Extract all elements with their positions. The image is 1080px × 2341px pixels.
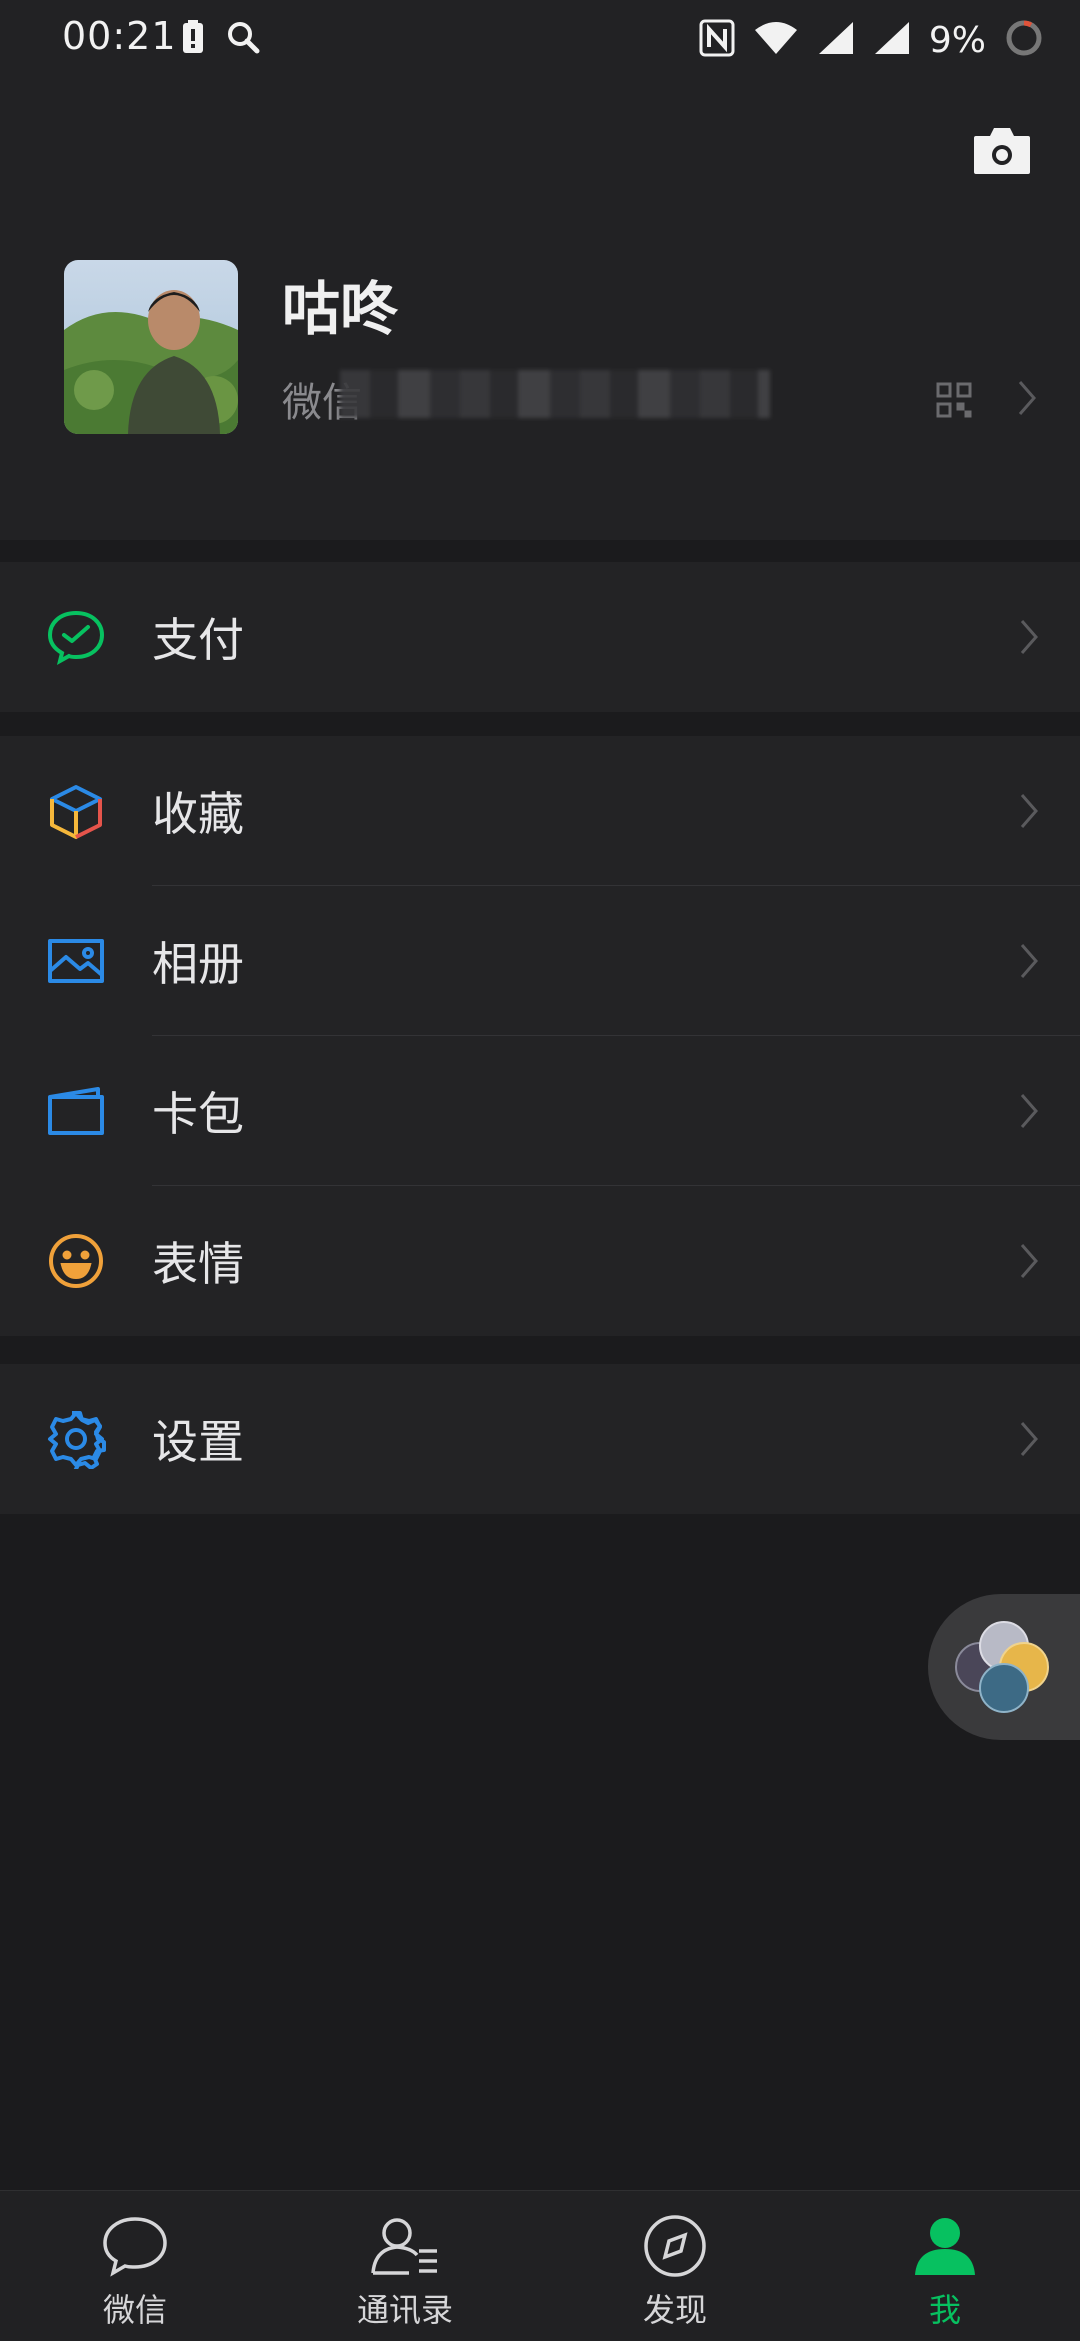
tab-chats[interactable]: 微信 [0, 2191, 270, 2341]
chevron-right-icon [1018, 1241, 1040, 1281]
menu-item-card-wallet[interactable]: 卡包 [0, 1036, 1080, 1186]
signal-icon-2 [873, 20, 911, 60]
chevron-right-icon [1018, 617, 1040, 657]
nfc-icon [699, 19, 735, 61]
menu-group-pay: 支付 [0, 562, 1080, 712]
tab-label: 微信 [102, 2291, 167, 2329]
me-icon [909, 2213, 981, 2279]
status-bar: 00:21 9% [0, 0, 1080, 80]
tab-discover[interactable]: 发现 [540, 2191, 810, 2341]
tab-label: 我 [928, 2291, 961, 2329]
camera-icon[interactable] [972, 124, 1032, 176]
battery-ring-icon [1004, 18, 1044, 62]
status-time: 00:21 [62, 14, 177, 58]
menu-item-label: 卡包 [152, 1087, 244, 1141]
qr-code-icon[interactable] [936, 382, 972, 418]
chevron-right-icon [1018, 941, 1040, 981]
menu-item-album[interactable]: 相册 [0, 886, 1080, 1036]
card-wallet-icon [46, 1081, 106, 1141]
wifi-icon [753, 20, 799, 60]
tab-label: 通讯录 [356, 2291, 453, 2329]
profile-header[interactable]: 咕咚 微信 [0, 80, 1080, 540]
alert-battery-icon [182, 20, 204, 58]
chevron-right-icon [1018, 1419, 1040, 1459]
menu-item-label: 设置 [152, 1415, 244, 1469]
menu-item-favorites[interactable]: 收藏 [0, 736, 1080, 886]
contacts-icon [369, 2213, 441, 2279]
tab-label: 发现 [642, 2291, 707, 2329]
floating-window-bubble[interactable] [928, 1594, 1080, 1740]
chevron-right-icon [1018, 1091, 1040, 1131]
wechat-id-blurred [340, 370, 770, 418]
tab-contacts[interactable]: 通讯录 [270, 2191, 540, 2341]
avatar[interactable] [64, 260, 238, 434]
menu-group-settings: 设置 [0, 1364, 1080, 1514]
menu-item-label: 相册 [152, 937, 244, 991]
signal-icon [817, 20, 855, 60]
bottom-navigation: 微信 通讯录 发现 我 [0, 2190, 1080, 2341]
chevron-right-icon [1016, 378, 1038, 418]
menu-item-label: 支付 [152, 613, 244, 667]
discover-icon [639, 2213, 711, 2279]
favorites-icon [46, 781, 106, 841]
sticker-icon [46, 1231, 106, 1291]
tab-me[interactable]: 我 [810, 2191, 1080, 2341]
menu-item-label: 表情 [152, 1237, 244, 1291]
profile-name: 咕咚 [282, 275, 399, 343]
search-icon [226, 20, 260, 58]
chevron-right-icon [1018, 791, 1040, 831]
album-icon [46, 931, 106, 991]
battery-percentage: 9% [928, 19, 986, 61]
settings-icon [46, 1409, 106, 1473]
pay-icon [46, 607, 106, 667]
menu-item-settings[interactable]: 设置 [0, 1364, 1080, 1514]
menu-item-pay[interactable]: 支付 [0, 562, 1080, 712]
menu-item-label: 收藏 [152, 787, 244, 841]
chat-icon [99, 2213, 171, 2279]
menu-item-sticker[interactable]: 表情 [0, 1186, 1080, 1336]
menu-group-main: 收藏 相册 卡包 表情 [0, 736, 1080, 1336]
